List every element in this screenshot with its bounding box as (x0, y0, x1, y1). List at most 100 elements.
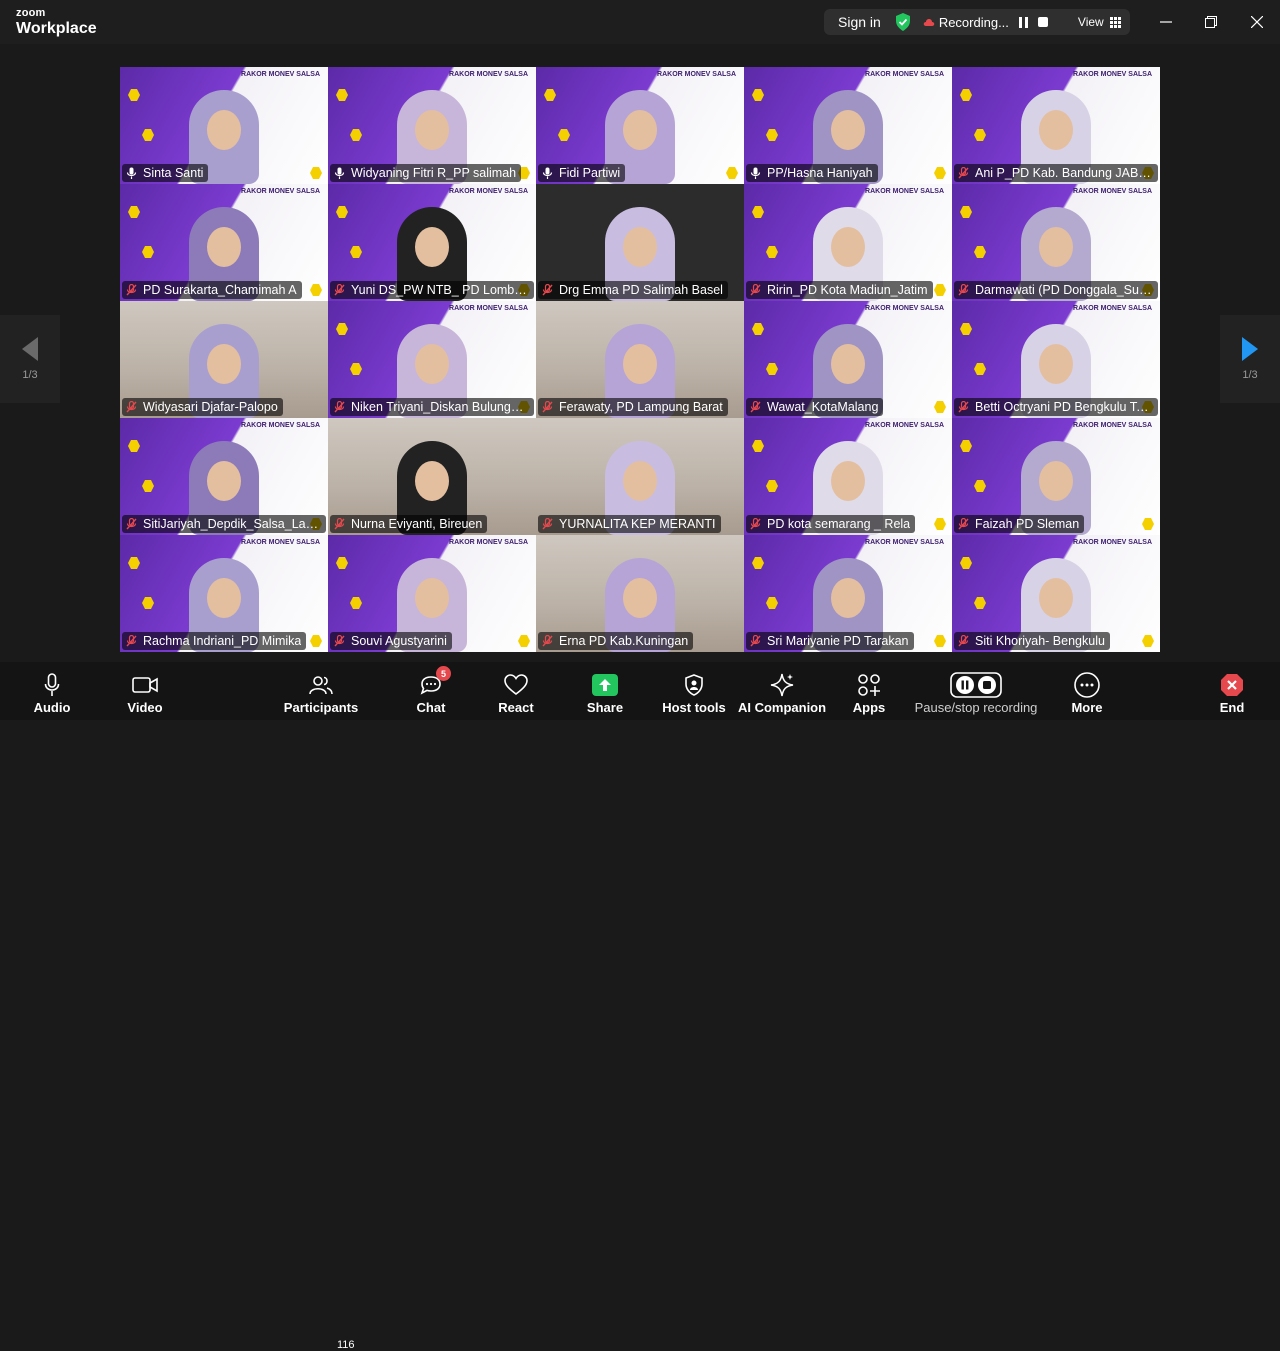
video-button[interactable]: Video (125, 662, 165, 720)
participant-name-label: Fidi Partiwi (538, 164, 626, 182)
audio-button[interactable]: Audio (32, 662, 72, 720)
participant-name-label: Widyasari Djafar-Palopo (122, 398, 283, 416)
participant-tile[interactable]: RAKOR MONEV SALSA Ririn_PD Kota Madiun_Ja… (744, 184, 952, 301)
stop-recording-icon[interactable] (1037, 17, 1048, 27)
pause-stop-recording-button[interactable]: Pause/stop recording (914, 662, 1038, 720)
sign-in-button[interactable]: Sign in (838, 14, 881, 30)
close-icon[interactable] (1247, 12, 1267, 32)
brand-zoom: zoom (16, 7, 46, 19)
next-page-button[interactable]: 1/3 (1220, 315, 1280, 403)
face-shape (415, 578, 449, 618)
virtual-background-title: RAKOR MONEV SALSA (865, 305, 944, 312)
mic-active-icon (750, 167, 761, 179)
camera-icon (131, 672, 159, 698)
virtual-background-title: RAKOR MONEV SALSA (241, 188, 320, 195)
participant-name-label: Erna PD Kab.Kuningan (538, 632, 694, 650)
face-shape (1039, 344, 1073, 384)
participant-name-label: Betti Octryani PD Bengkulu Ten... (954, 398, 1158, 416)
face-shape (831, 344, 865, 384)
more-button[interactable]: More (1070, 662, 1104, 720)
ai-companion-button[interactable]: AI Companion (738, 662, 826, 720)
participant-tile[interactable]: RAKOR MONEV SALSA PP/Hasna Haniyah (744, 67, 952, 184)
participant-tile[interactable]: YURNALITA KEP MERANTI (536, 418, 744, 535)
shield-check-icon[interactable] (895, 13, 911, 31)
end-icon (1218, 672, 1246, 698)
face-shape (623, 110, 657, 150)
participant-tile[interactable]: RAKOR MONEV SALSA Wawat_KotaMalang (744, 301, 952, 418)
minimize-icon[interactable] (1156, 12, 1176, 32)
participant-tile[interactable]: RAKOR MONEV SALSA Rachma Indriani_PD Mimi… (120, 535, 328, 652)
participant-name: Sinta Santi (143, 166, 204, 180)
participant-tile[interactable]: Widyasari Djafar-Palopo (120, 301, 328, 418)
participant-name: Widyaning Fitri R_PP salimah (351, 166, 517, 180)
face-shape (831, 227, 865, 267)
face-shape (415, 461, 449, 501)
face-shape (415, 227, 449, 267)
pause-recording-icon[interactable] (1018, 16, 1028, 28)
host-tools-button[interactable]: Host tools (662, 662, 726, 720)
apps-button[interactable]: Apps (852, 662, 886, 720)
participant-name: Yuni DS_PW NTB_ PD Lombok... (351, 283, 529, 297)
participant-tile[interactable]: RAKOR MONEV SALSA Widyaning Fitri R_PP sa… (328, 67, 536, 184)
face-shape (1039, 227, 1073, 267)
react-button[interactable]: React (498, 662, 534, 720)
face-shape (207, 344, 241, 384)
participant-name-label: Yuni DS_PW NTB_ PD Lombok... (330, 281, 534, 299)
video-label: Video (127, 700, 163, 715)
participant-name: Rachma Indriani_PD Mimika (143, 634, 302, 648)
participant-name-label: Faizah PD Sleman (954, 515, 1085, 533)
participant-tile[interactable]: RAKOR MONEV SALSA Faizah PD Sleman (952, 418, 1160, 535)
face-shape (415, 110, 449, 150)
mic-muted-icon (126, 401, 137, 413)
face-shape (207, 110, 241, 150)
chat-label: Chat (416, 700, 446, 715)
face-shape (1039, 578, 1073, 618)
video-gallery: RAKOR MONEV SALSA Sinta Santi RAKOR MONEV … (120, 67, 1160, 652)
participant-name-label: Widyaning Fitri R_PP salimah (330, 164, 522, 182)
participant-tile[interactable]: RAKOR MONEV SALSA Souvi Agustyarini (328, 535, 536, 652)
participant-name-label: PD kota semarang _ Rela (746, 515, 916, 533)
view-button[interactable]: View (1078, 15, 1104, 29)
participant-tile[interactable]: RAKOR MONEV SALSA Yuni DS_PW NTB_ PD Lomb… (328, 184, 536, 301)
participant-tile[interactable]: Ferawaty, PD Lampung Barat (536, 301, 744, 418)
participant-tile[interactable]: RAKOR MONEV SALSA SitiJariyah_Depdik_Sals… (120, 418, 328, 535)
chat-button[interactable]: 5 Chat (414, 662, 451, 720)
participant-name-label: Niken Triyani_Diskan Bulungan... (330, 398, 534, 416)
participant-tile[interactable]: Drg Emma PD Salimah Basel (536, 184, 744, 301)
grid-view-icon[interactable] (1109, 16, 1121, 28)
participant-name: Sri Mariyanie PD Tarakan (767, 634, 909, 648)
participant-tile[interactable]: RAKOR MONEV SALSA Sri Mariyanie PD Taraka… (744, 535, 952, 652)
mic-muted-icon (750, 284, 761, 296)
participant-tile[interactable]: RAKOR MONEV SALSA Darmawati (PD Donggala_… (952, 184, 1160, 301)
mic-muted-icon (126, 635, 137, 647)
title-bar: zoom Workplace Sign in Recording... View (0, 0, 1280, 44)
participant-tile[interactable]: RAKOR MONEV SALSA Fidi Partiwi (536, 67, 744, 184)
pause-stop-label: Pause/stop recording (914, 700, 1038, 715)
participant-name: Drg Emma PD Salimah Basel (559, 283, 723, 297)
participant-tile[interactable]: RAKOR MONEV SALSA PD Surakarta_Chamimah A (120, 184, 328, 301)
mic-muted-icon (958, 167, 969, 179)
participant-name-label: Ani P_PD Kab. Bandung JABAR (954, 164, 1158, 182)
participant-tile[interactable]: RAKOR MONEV SALSA Ani P_PD Kab. Bandung J… (952, 67, 1160, 184)
mic-muted-icon (542, 635, 553, 647)
mic-active-icon (126, 167, 137, 179)
participant-tile[interactable]: RAKOR MONEV SALSA Niken Triyani_Diskan Bu… (328, 301, 536, 418)
participant-tile[interactable]: RAKOR MONEV SALSA Sinta Santi (120, 67, 328, 184)
virtual-background-title: RAKOR MONEV SALSA (657, 71, 736, 78)
host-tools-label: Host tools (662, 700, 726, 715)
participant-tile[interactable]: RAKOR MONEV SALSA PD kota semarang _ Rela (744, 418, 952, 535)
previous-page-button[interactable]: 1/3 (0, 315, 60, 403)
participant-tile[interactable]: Nurna Eviyanti, Bireuen (328, 418, 536, 535)
participant-name: Fidi Partiwi (559, 166, 621, 180)
participant-name: Ani P_PD Kab. Bandung JABAR (975, 166, 1153, 180)
restore-icon[interactable] (1201, 12, 1221, 32)
participants-button[interactable]: Participants (284, 662, 358, 720)
mic-muted-icon (334, 401, 345, 413)
share-button[interactable]: Share (586, 662, 624, 720)
end-meeting-button[interactable]: End (1216, 662, 1248, 720)
participant-tile[interactable]: RAKOR MONEV SALSA Betti Octryani PD Bengk… (952, 301, 1160, 418)
brand-workplace: Workplace (16, 20, 97, 37)
mic-muted-icon (958, 401, 969, 413)
participant-tile[interactable]: RAKOR MONEV SALSA Siti Khoriyah- Bengkulu (952, 535, 1160, 652)
participant-tile[interactable]: Erna PD Kab.Kuningan (536, 535, 744, 652)
